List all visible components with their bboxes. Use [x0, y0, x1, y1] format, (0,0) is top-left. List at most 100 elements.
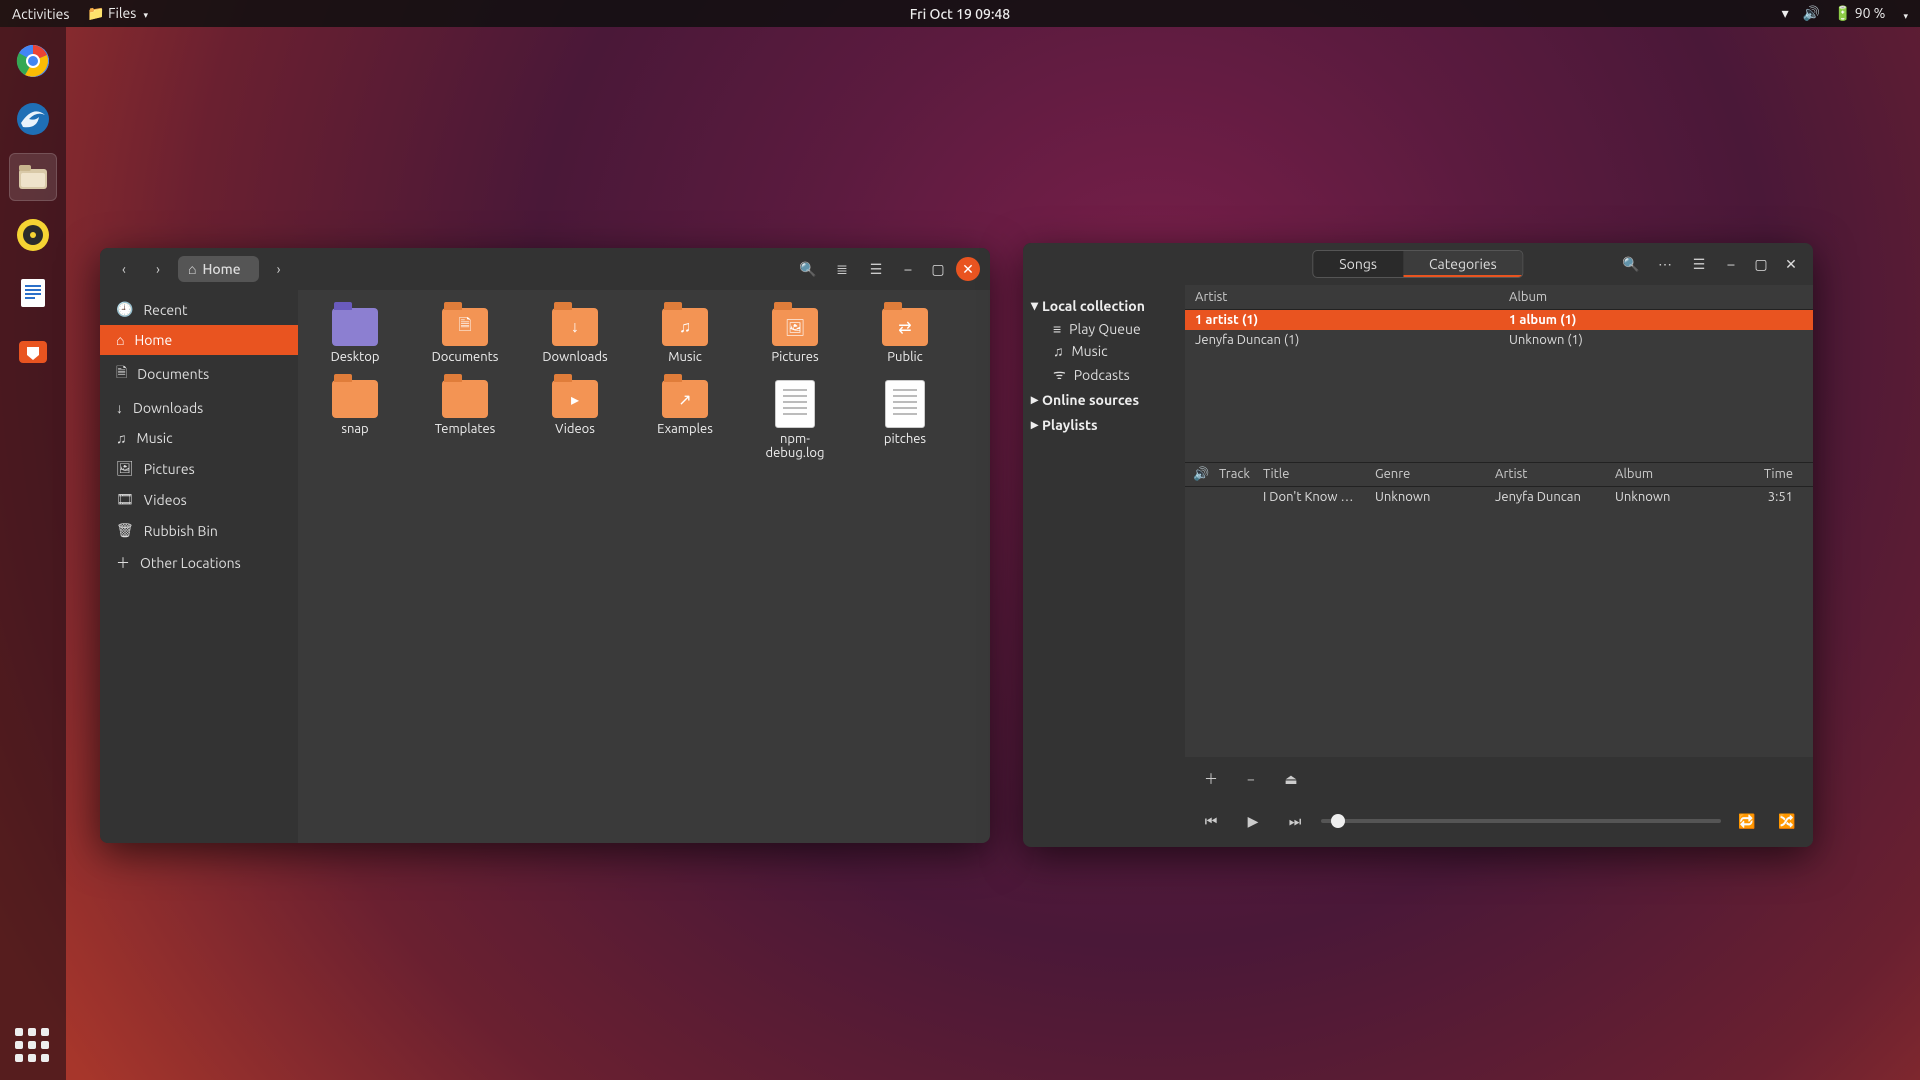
- dock-thunderbird[interactable]: [9, 95, 57, 143]
- system-menu[interactable]: [1899, 6, 1908, 22]
- section-playlists[interactable]: ▸Playlists: [1023, 412, 1185, 437]
- seek-slider[interactable]: [1321, 819, 1721, 823]
- hamburger-button[interactable]: ☰: [862, 255, 890, 283]
- folder-icon: ▸: [552, 380, 598, 418]
- path-crumb-home[interactable]: ⌂ Home: [178, 256, 259, 282]
- sidebar-item-home[interactable]: ⌂Home: [100, 325, 298, 355]
- side-label: Videos: [144, 492, 187, 508]
- files-titlebar: ‹ › ⌂ Home › 🔍 ≣ ☰ – ▢ ✕: [100, 248, 990, 290]
- search-button[interactable]: 🔍: [794, 255, 822, 283]
- dock: [0, 27, 66, 1080]
- activities-button[interactable]: Activities: [12, 6, 69, 22]
- file-label: Templates: [435, 422, 496, 436]
- clock[interactable]: Fri Oct 19 09:48: [910, 6, 1010, 22]
- sidebar-play-queue[interactable]: ≡Play Queue: [1023, 318, 1185, 340]
- sidebar-podcasts[interactable]: ᯤPodcasts: [1023, 362, 1185, 387]
- files-grid: Desktop 🗎Documents ↓Downloads ♫Music 🖼Pictur…: [312, 304, 976, 464]
- sidebar-item-rubbish-bin[interactable]: 🗑Rubbish Bin: [100, 515, 298, 546]
- play-button[interactable]: ▶: [1239, 807, 1267, 835]
- play-icon: ▶: [1248, 813, 1259, 830]
- dock-files[interactable]: [9, 153, 57, 201]
- artist-row[interactable]: 1 artist (1): [1185, 310, 1499, 330]
- music-more-button[interactable]: ⋯: [1651, 250, 1679, 278]
- folder-icon: ⇄: [882, 308, 928, 346]
- col-track[interactable]: Track: [1219, 467, 1263, 482]
- repeat-button[interactable]: 🔁: [1733, 807, 1761, 835]
- file-item-videos[interactable]: ▸Videos: [532, 376, 618, 464]
- view-switcher: Songs Categories: [1312, 250, 1523, 278]
- artist-header[interactable]: Artist: [1185, 285, 1499, 310]
- minimize-button[interactable]: –: [896, 257, 920, 281]
- sidebar-item-documents[interactable]: 🗎Documents: [100, 355, 298, 393]
- show-applications[interactable]: [15, 1028, 51, 1064]
- battery-indicator[interactable]: 🔋 90 %: [1834, 5, 1885, 22]
- sound-icon[interactable]: 🔊: [1193, 467, 1219, 482]
- music-minimize-button[interactable]: –: [1719, 252, 1743, 276]
- col-artist[interactable]: Artist: [1495, 467, 1615, 482]
- track-row[interactable]: I Don't Know … Unknown Jenyfa Duncan Unk…: [1185, 487, 1813, 507]
- file-item-pictures[interactable]: 🖼Pictures: [752, 304, 838, 368]
- music-close-button[interactable]: ✕: [1779, 252, 1803, 276]
- file-item-snap[interactable]: snap: [312, 376, 398, 464]
- track-list: 🔊 Track Title Genre Artist Album Time I …: [1185, 463, 1813, 757]
- sidebar-item-downloads[interactable]: ↓Downloads: [100, 393, 298, 423]
- col-title[interactable]: Title: [1263, 467, 1375, 482]
- sidebar-item-pictures[interactable]: 🖼Pictures: [100, 453, 298, 484]
- col-time[interactable]: Time: [1743, 467, 1805, 482]
- forward-button[interactable]: ›: [144, 255, 172, 283]
- tab-songs[interactable]: Songs: [1313, 251, 1403, 277]
- eject-button[interactable]: ⏏: [1277, 765, 1305, 793]
- dock-software[interactable]: [9, 327, 57, 375]
- section-local[interactable]: ▾Local collection: [1023, 293, 1185, 318]
- col-genre[interactable]: Genre: [1375, 467, 1495, 482]
- add-button[interactable]: ＋: [1197, 765, 1225, 793]
- folder-icon: [332, 308, 378, 346]
- prev-button[interactable]: ⏮: [1197, 807, 1225, 835]
- volume-icon[interactable]: 🔊: [1803, 5, 1820, 22]
- view-toggle-button[interactable]: ≣: [828, 255, 856, 283]
- dock-rhythmbox[interactable]: [9, 211, 57, 259]
- tab-categories[interactable]: Categories: [1403, 251, 1523, 277]
- track-header-row: 🔊 Track Title Genre Artist Album Time: [1185, 463, 1813, 487]
- album-row[interactable]: 1 album (1): [1499, 310, 1813, 330]
- close-button[interactable]: ✕: [956, 257, 980, 281]
- sidebar-item-music[interactable]: ♫Music: [100, 423, 298, 453]
- sidebar-music[interactable]: ♫Music: [1023, 340, 1185, 362]
- file-item-pitches[interactable]: pitches: [862, 376, 948, 464]
- file-item-music[interactable]: ♫Music: [642, 304, 728, 368]
- remove-button[interactable]: −: [1237, 765, 1265, 793]
- maximize-button[interactable]: ▢: [926, 257, 950, 281]
- files-window: ‹ › ⌂ Home › 🔍 ≣ ☰ – ▢ ✕ 🕘Recent⌂Home🗎Do…: [100, 248, 990, 843]
- next-button[interactable]: ⏭: [1281, 807, 1309, 835]
- slider-thumb[interactable]: [1331, 814, 1345, 828]
- app-menu[interactable]: 📁 Files: [87, 5, 148, 22]
- music-maximize-button[interactable]: ▢: [1749, 252, 1773, 276]
- section-online[interactable]: ▸Online sources: [1023, 387, 1185, 412]
- shuffle-button[interactable]: 🔀: [1773, 807, 1801, 835]
- music-menu-button[interactable]: ☰: [1685, 250, 1713, 278]
- sidebar-item-recent[interactable]: 🕘Recent: [100, 294, 298, 325]
- network-icon[interactable]: ▾: [1782, 5, 1789, 22]
- file-item-npm-debug-log[interactable]: npm-debug.log: [752, 376, 838, 464]
- file-item-templates[interactable]: Templates: [422, 376, 508, 464]
- back-button[interactable]: ‹: [110, 255, 138, 283]
- sidebar-item-other-locations[interactable]: ＋Other Locations: [100, 546, 298, 580]
- folder-icon: 🖼: [772, 308, 818, 346]
- file-item-examples[interactable]: ↗Examples: [642, 376, 728, 464]
- file-item-downloads[interactable]: ↓Downloads: [532, 304, 618, 368]
- dock-libreoffice[interactable]: [9, 269, 57, 317]
- col-album[interactable]: Album: [1615, 467, 1743, 482]
- file-item-desktop[interactable]: Desktop: [312, 304, 398, 368]
- album-header[interactable]: Album: [1499, 285, 1813, 310]
- search-icon: 🔍: [1622, 256, 1639, 273]
- file-item-documents[interactable]: 🗎Documents: [422, 304, 508, 368]
- album-row[interactable]: Unknown (1): [1499, 330, 1813, 350]
- path-next[interactable]: ›: [265, 255, 293, 283]
- sidebar-item-videos[interactable]: 🎞Videos: [100, 484, 298, 515]
- file-item-public[interactable]: ⇄Public: [862, 304, 948, 368]
- music-search-button[interactable]: 🔍: [1617, 250, 1645, 278]
- dock-chrome[interactable]: [9, 37, 57, 85]
- artist-row[interactable]: Jenyfa Duncan (1): [1185, 330, 1499, 350]
- files-content[interactable]: Desktop 🗎Documents ↓Downloads ♫Music 🖼Pictur…: [298, 290, 990, 843]
- chevron-right-icon: ▸: [1031, 416, 1038, 433]
